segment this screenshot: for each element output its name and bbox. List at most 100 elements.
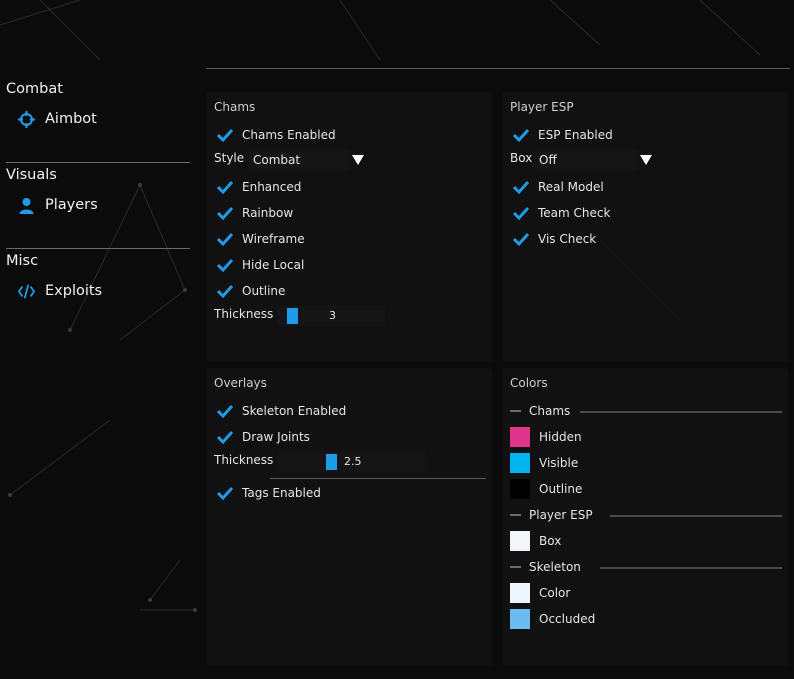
dash-icon — [510, 410, 521, 412]
code-icon — [18, 283, 35, 300]
panel-title: Player ESP — [510, 100, 574, 114]
checkmark-icon — [216, 178, 234, 196]
chams-panel: Chams Chams Enabled Style Combat Enhance… — [206, 92, 492, 362]
swatch-label: Outline — [539, 482, 583, 496]
checkbox-label: Wireframe — [242, 232, 305, 246]
dropdown-value: Combat — [253, 153, 301, 167]
thickness-label: Thickness — [214, 307, 274, 321]
checkbox-label: Enhanced — [242, 180, 302, 194]
skeleton-color-picker[interactable]: Color — [510, 583, 570, 603]
checkbox-label: ESP Enabled — [538, 128, 613, 142]
skeleton-enabled-checkbox[interactable]: Skeleton Enabled — [216, 402, 346, 420]
dropdown-value: Off — [539, 153, 557, 167]
checkmark-icon — [512, 126, 530, 144]
checkbox-label: Vis Check — [538, 232, 597, 246]
tags-enabled-checkbox[interactable]: Tags Enabled — [216, 484, 321, 502]
slider-thumb[interactable] — [326, 454, 337, 470]
esp-enabled-checkbox[interactable]: ESP Enabled — [512, 126, 613, 144]
checkmark-icon — [216, 282, 234, 300]
checkmark-icon — [216, 484, 234, 502]
person-icon — [18, 197, 35, 214]
swatch-label: Visible — [539, 456, 579, 470]
sidebar: Combat Aimbot Visuals Players Misc Explo… — [0, 0, 200, 679]
section-divider — [270, 478, 486, 479]
checkmark-icon — [216, 204, 234, 222]
team-check-checkbox[interactable]: Team Check — [512, 204, 610, 222]
color-swatch[interactable] — [510, 583, 530, 603]
color-swatch[interactable] — [510, 531, 530, 551]
checkbox-label: Team Check — [538, 206, 611, 220]
sidebar-item-exploits[interactable]: Exploits — [18, 280, 102, 302]
sidebar-divider — [6, 248, 190, 249]
slider-value: 3 — [329, 309, 336, 322]
sidebar-item-label: Aimbot — [45, 111, 97, 127]
top-divider — [206, 68, 790, 69]
player-esp-panel: Player ESP ESP Enabled Box Off Real Mode… — [502, 92, 788, 362]
group-header-player-esp: Player ESP — [510, 508, 593, 522]
vis-check-checkbox[interactable]: Vis Check — [512, 230, 596, 248]
outline-color-picker[interactable]: Outline — [510, 479, 582, 499]
overlays-thickness-slider[interactable]: 2.5 — [277, 452, 427, 472]
group-label: Chams — [529, 404, 571, 418]
checkbox-label: Tags Enabled — [242, 486, 321, 500]
chams-enabled-checkbox[interactable]: Chams Enabled — [216, 126, 336, 144]
colors-panel: Colors Chams Hidden Visible Outline Play… — [502, 368, 788, 666]
group-label: Player ESP — [529, 508, 593, 522]
checkmark-icon — [512, 178, 530, 196]
hidden-color-picker[interactable]: Hidden — [510, 427, 582, 447]
color-swatch[interactable] — [510, 453, 530, 473]
rainbow-checkbox[interactable]: Rainbow — [216, 204, 293, 222]
sidebar-item-players[interactable]: Players — [18, 194, 98, 216]
group-header-chams: Chams — [510, 404, 570, 418]
visible-color-picker[interactable]: Visible — [510, 453, 578, 473]
color-swatch[interactable] — [510, 427, 530, 447]
checkmark-icon — [216, 230, 234, 248]
thickness-label: Thickness — [214, 453, 274, 467]
group-line — [610, 515, 782, 517]
checkbox-label: Outline — [242, 284, 286, 298]
box-label: Box — [510, 151, 533, 165]
occluded-color-picker[interactable]: Occluded — [510, 609, 595, 629]
dash-icon — [510, 514, 521, 516]
real-model-checkbox[interactable]: Real Model — [512, 178, 604, 196]
color-swatch[interactable] — [510, 479, 530, 499]
sidebar-category-misc: Misc — [6, 253, 39, 269]
box-color-picker[interactable]: Box — [510, 531, 561, 551]
chevron-down-icon[interactable] — [640, 155, 652, 165]
sidebar-item-aimbot[interactable]: Aimbot — [18, 108, 97, 130]
style-label: Style — [214, 151, 245, 165]
swatch-label: Hidden — [539, 430, 582, 444]
slider-value: 2.5 — [344, 455, 362, 468]
sidebar-category-combat: Combat — [6, 81, 63, 97]
hide-local-checkbox[interactable]: Hide Local — [216, 256, 304, 274]
crosshair-icon — [18, 110, 35, 128]
checkmark-icon — [512, 230, 530, 248]
swatch-label: Occluded — [539, 612, 596, 626]
checkmark-icon — [512, 204, 530, 222]
style-dropdown[interactable]: Combat — [249, 150, 349, 170]
enhanced-checkbox[interactable]: Enhanced — [216, 178, 301, 196]
sidebar-item-label: Exploits — [45, 283, 103, 299]
group-header-skeleton: Skeleton — [510, 560, 581, 574]
box-dropdown[interactable]: Off — [535, 150, 635, 170]
outline-checkbox[interactable]: Outline — [216, 282, 285, 300]
swatch-label: Box — [539, 534, 562, 548]
checkbox-label: Rainbow — [242, 206, 294, 220]
checkbox-label: Draw Joints — [242, 430, 310, 444]
group-label: Skeleton — [529, 560, 581, 574]
overlays-panel: Overlays Skeleton Enabled Draw Joints Th… — [206, 368, 492, 666]
draw-joints-checkbox[interactable]: Draw Joints — [216, 428, 310, 446]
slider-thumb[interactable] — [287, 308, 298, 324]
color-swatch[interactable] — [510, 609, 530, 629]
dash-icon — [510, 566, 521, 568]
checkmark-icon — [216, 256, 234, 274]
checkbox-label: Skeleton Enabled — [242, 404, 347, 418]
checkbox-label: Chams Enabled — [242, 128, 336, 142]
chams-thickness-slider[interactable]: 3 — [277, 306, 385, 326]
chevron-down-icon[interactable] — [352, 155, 364, 165]
checkmark-icon — [216, 126, 234, 144]
panel-title: Colors — [510, 376, 548, 390]
group-line — [600, 567, 782, 569]
sidebar-item-label: Players — [45, 197, 98, 213]
wireframe-checkbox[interactable]: Wireframe — [216, 230, 305, 248]
